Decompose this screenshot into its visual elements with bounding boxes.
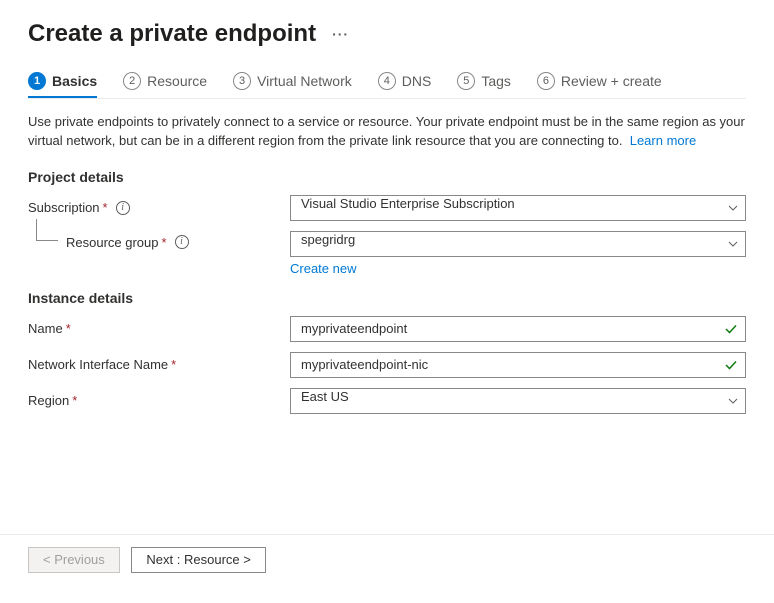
create-new-resource-group-link[interactable]: Create new [290,261,356,276]
label-resource-group: Resource group * i [28,231,290,250]
resource-group-select[interactable]: spegridrg [290,231,746,257]
name-input[interactable] [290,316,746,342]
tab-step-number: 1 [28,72,46,90]
subscription-value: Visual Studio Enterprise Subscription [301,196,515,211]
required-icon: * [72,393,77,408]
tab-step-number: 3 [233,72,251,90]
row-nic-name: Network Interface Name * [28,352,746,378]
tab-label: Basics [52,73,97,89]
info-icon[interactable]: i [116,201,130,215]
required-icon: * [162,235,167,250]
page-title: Create a private endpoint ··· [28,20,746,48]
tab-step-number: 4 [378,72,396,90]
section-project-details-heading: Project details [28,169,746,185]
tab-label: Review + create [561,73,662,89]
tab-virtual-network[interactable]: 3 Virtual Network [233,72,352,98]
tab-resource[interactable]: 2 Resource [123,72,207,98]
tab-tags[interactable]: 5 Tags [457,72,511,98]
learn-more-link[interactable]: Learn more [630,133,696,148]
resource-group-value: spegridrg [301,232,355,247]
required-icon: * [171,357,176,372]
tab-label: DNS [402,73,432,89]
tab-description: Use private endpoints to privately conne… [28,113,746,151]
subscription-select[interactable]: Visual Studio Enterprise Subscription [290,195,746,221]
row-name: Name * [28,316,746,342]
tab-basics[interactable]: 1 Basics [28,72,97,98]
next-button[interactable]: Next : Resource > [131,547,265,573]
tab-step-number: 6 [537,72,555,90]
row-subscription: Subscription * i Visual Studio Enterpris… [28,195,746,221]
tab-label: Resource [147,73,207,89]
hierarchy-connector-icon [36,219,58,241]
tab-step-number: 5 [457,72,475,90]
page-title-text: Create a private endpoint [28,20,316,48]
required-icon: * [103,200,108,215]
info-icon[interactable]: i [175,235,189,249]
more-options-icon[interactable]: ··· [332,26,349,42]
tab-step-number: 2 [123,72,141,90]
previous-button: < Previous [28,547,120,573]
tab-dns[interactable]: 4 DNS [378,72,432,98]
label-nic-name: Network Interface Name * [28,357,290,372]
tab-review-create[interactable]: 6 Review + create [537,72,662,98]
section-instance-details-heading: Instance details [28,290,746,306]
label-name: Name * [28,321,290,336]
nic-name-input[interactable] [290,352,746,378]
wizard-tabs: 1 Basics 2 Resource 3 Virtual Network 4 … [28,72,746,99]
tab-label: Tags [481,73,511,89]
label-subscription: Subscription * i [28,200,290,215]
tab-label: Virtual Network [257,73,352,89]
required-icon: * [66,321,71,336]
label-region: Region * [28,393,290,408]
region-select[interactable]: East US [290,388,746,414]
region-value: East US [301,389,349,404]
wizard-footer: < Previous Next : Resource > [0,534,774,593]
row-region: Region * East US [28,388,746,414]
row-resource-group: Resource group * i spegridrg Create new [28,231,746,276]
